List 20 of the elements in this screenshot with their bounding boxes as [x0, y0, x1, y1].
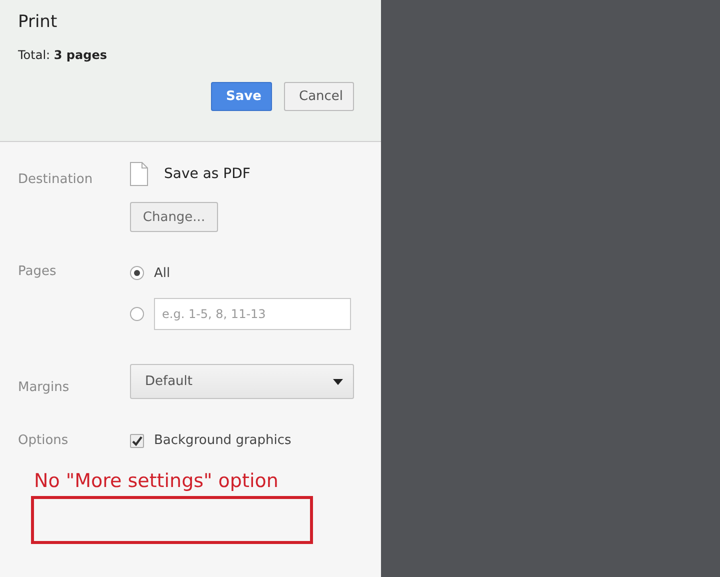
document-icon	[130, 162, 148, 186]
margins-dropdown[interactable]: Default	[130, 364, 354, 399]
change-button[interactable]: Change...	[130, 202, 218, 232]
destination-name: Save as PDF	[164, 166, 250, 182]
caret-icon	[333, 378, 343, 384]
radio-label: All	[154, 266, 170, 280]
dialog-title: Print	[18, 12, 58, 32]
setting-label: Options	[18, 433, 68, 448]
radio-button[interactable]	[130, 266, 144, 280]
page-range-field[interactable]: e.g. 1-5, 8, 11-13	[154, 298, 351, 330]
setting-label: Pages	[18, 264, 56, 279]
checkbox-label: Background graphics	[154, 433, 292, 448]
save-button[interactable]: Save	[211, 82, 272, 111]
annotation-text: No "More settings" option	[34, 470, 278, 492]
checkbox[interactable]	[130, 434, 144, 448]
setting-label: Margins	[18, 380, 70, 395]
cancel-button[interactable]: Cancel	[284, 82, 354, 111]
total-pages: Total: 3 pages	[18, 48, 107, 62]
setting-label: Destination	[18, 172, 93, 187]
radio-button[interactable]	[130, 307, 144, 321]
